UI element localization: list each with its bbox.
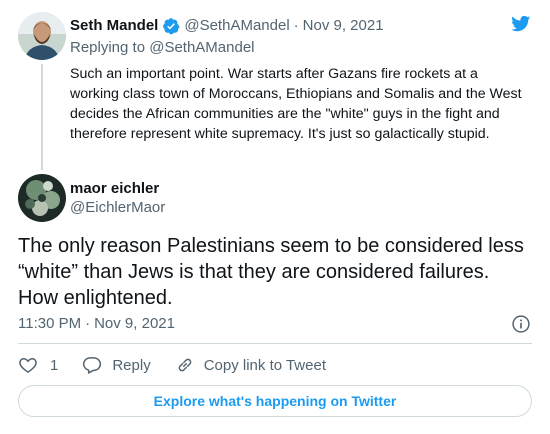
reply-button[interactable]: Reply [82, 355, 151, 375]
like-count: 1 [50, 356, 59, 374]
speech-bubble-icon [83, 357, 102, 374]
tweet-time: 11:30 PM [18, 315, 82, 332]
parent-author-handle[interactable]: @SethAMandel [184, 17, 289, 35]
main-author-name[interactable]: maor eichler [70, 180, 159, 198]
main-author-handle[interactable]: @EichlerMaor [70, 199, 165, 217]
copy-link-button[interactable]: Copy link to Tweet [175, 355, 326, 375]
replying-to-line: Replying to @SethAMandel [70, 39, 255, 57]
heart-icon [19, 358, 37, 373]
reply-label: Reply [112, 356, 151, 374]
copy-link-label: Copy link to Tweet [203, 356, 326, 374]
timestamp-separator: · [85, 315, 91, 332]
embedded-tweet-card: Seth Mandel @SethAMandel · Nov 9, 2021 R… [0, 0, 550, 434]
tweet-actions: 1 Reply Copy link to Tweet [18, 355, 326, 375]
tweet-date: Nov 9, 2021 [94, 315, 175, 332]
parent-author-name[interactable]: Seth Mandel [70, 17, 158, 35]
main-tweet-text: The only reason Palestinians seem to be … [18, 235, 524, 309]
header-separator: · [293, 17, 299, 34]
explore-twitter-button[interactable]: Explore what's happening on Twitter [18, 385, 532, 417]
verified-badge-icon [162, 17, 180, 35]
replying-to-handle[interactable]: @SethAMandel [149, 39, 254, 56]
thread-connector-line [41, 64, 43, 170]
parent-tweet-date[interactable]: Nov 9, 2021 [303, 17, 384, 35]
avatar-photo [18, 12, 66, 60]
twitter-bird-icon[interactable] [510, 14, 532, 33]
replying-to-prefix: Replying to [70, 39, 146, 56]
parent-author-avatar[interactable] [18, 12, 66, 60]
action-divider [18, 343, 532, 344]
link-icon [178, 358, 191, 372]
parent-tweet-header: Seth Mandel @SethAMandel · Nov 9, 2021 [70, 17, 384, 35]
main-author-avatar[interactable] [18, 174, 66, 222]
parent-tweet-text: Such an important point. War starts afte… [70, 66, 522, 142]
tweet-timestamp[interactable]: 11:30 PM · Nov 9, 2021 [18, 315, 175, 333]
avatar-photo [18, 174, 66, 222]
info-icon[interactable] [511, 314, 531, 334]
like-button[interactable]: 1 [18, 355, 58, 375]
